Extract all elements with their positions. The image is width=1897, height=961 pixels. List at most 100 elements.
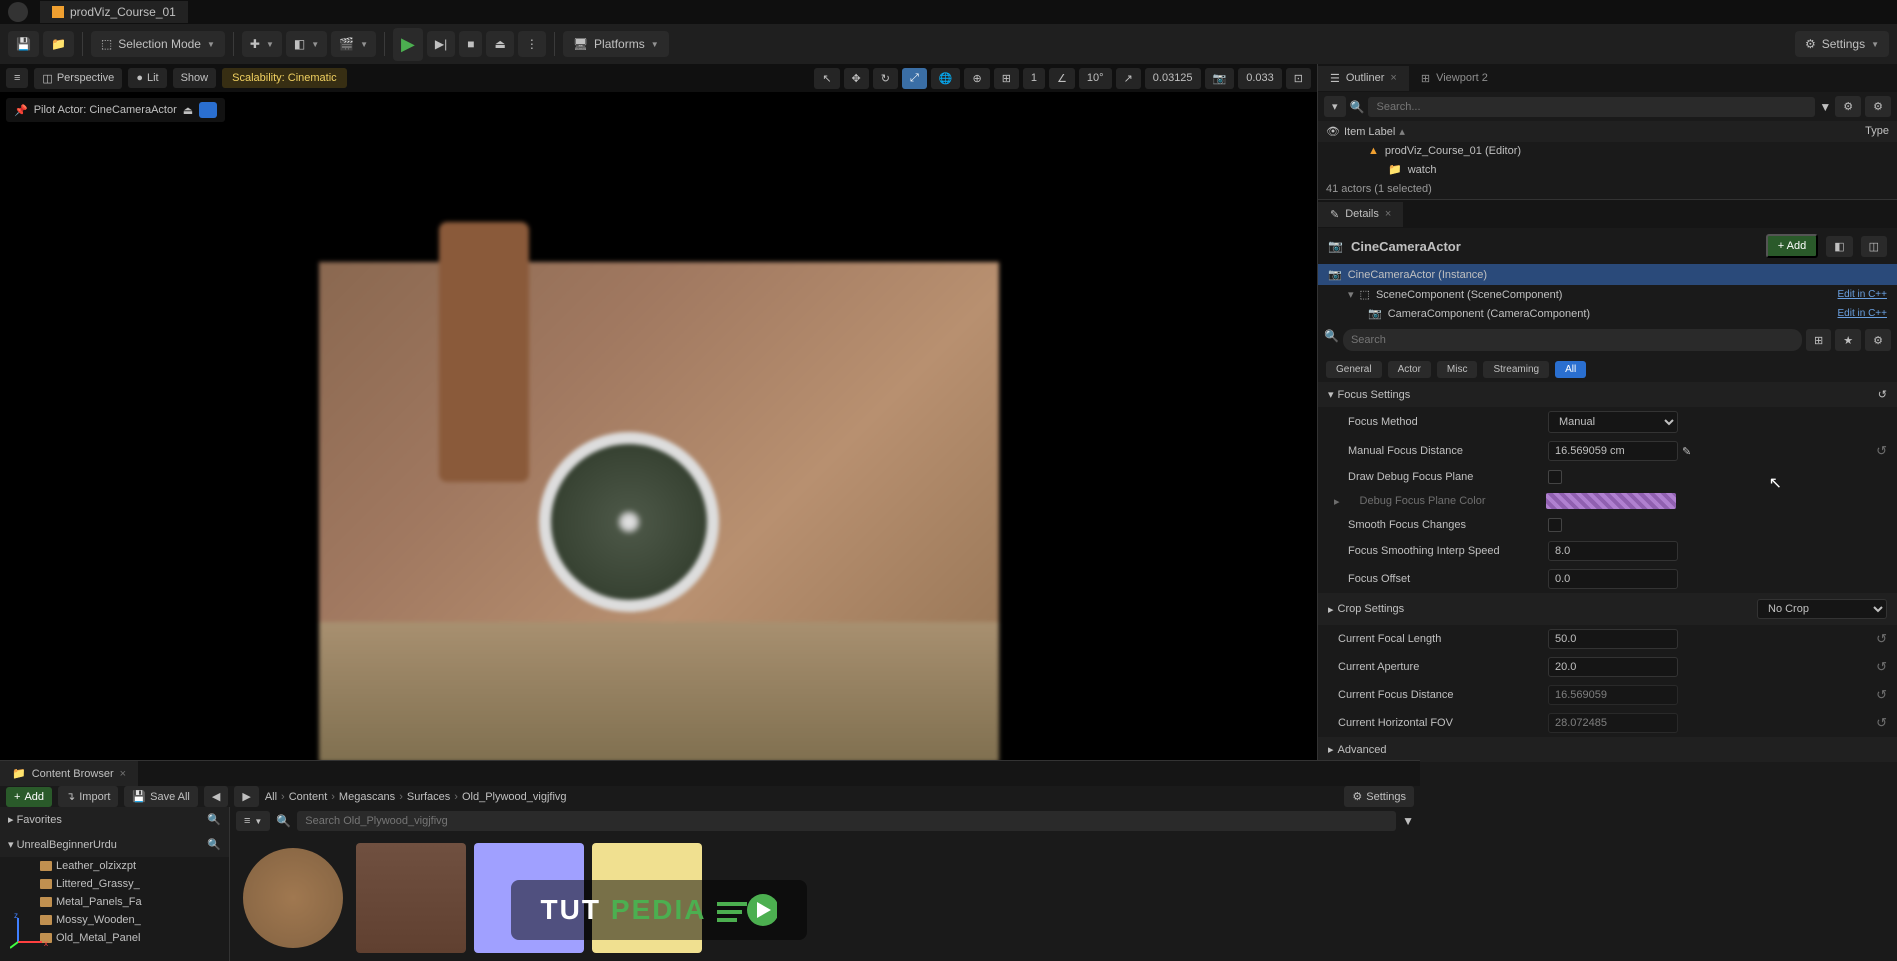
grid-snap-value[interactable]: 1: [1023, 68, 1045, 89]
reset-icon[interactable]: ↺: [1876, 631, 1887, 647]
camera-speed-value[interactable]: 0.033: [1238, 68, 1282, 89]
details-view-2[interactable]: ★: [1835, 329, 1861, 351]
rotate-tool[interactable]: ↻: [873, 68, 898, 89]
viewport-menu-button[interactable]: ≡: [6, 68, 28, 88]
breadcrumb-item[interactable]: Content: [289, 791, 328, 803]
add-button[interactable]: + Add: [6, 787, 52, 807]
platforms-button[interactable]: 🖥 Platforms ▼: [563, 31, 669, 57]
component-row[interactable]: ▾ ⬚ SceneComponent (SceneComponent) Edit…: [1318, 285, 1897, 304]
scale-snap-value[interactable]: 0.03125: [1145, 68, 1201, 89]
chevron-down-icon[interactable]: ▼: [1402, 814, 1414, 828]
details-tab[interactable]: ✎ Details ×: [1318, 202, 1403, 227]
outliner-column-header[interactable]: 👁 Item Label ▴ Type: [1318, 121, 1897, 142]
show-button[interactable]: Show: [173, 68, 217, 88]
edit-cpp-link[interactable]: Edit in C++: [1838, 308, 1887, 319]
scale-tool[interactable]: ⤢: [902, 68, 927, 89]
reset-icon[interactable]: ↺: [1876, 659, 1887, 675]
marketplace-button[interactable]: ◧▼: [286, 31, 327, 57]
close-icon[interactable]: ×: [1385, 208, 1391, 220]
asset-thumbnail[interactable]: [238, 843, 348, 953]
play-button[interactable]: ▶: [393, 28, 423, 61]
camera-speed-button[interactable]: 📷: [1205, 68, 1235, 89]
maximize-button[interactable]: ⊡: [1286, 68, 1311, 89]
mode-selector[interactable]: ⬚ Selection Mode ▼: [91, 31, 225, 57]
breadcrumb-item[interactable]: Old_Plywood_vigjfivg: [462, 791, 567, 803]
asset-search-input[interactable]: [297, 811, 1396, 831]
favorites-header[interactable]: ▸ Favorites 🔍: [0, 807, 229, 832]
save-button[interactable]: 💾: [8, 31, 39, 57]
history-forward-button[interactable]: ▶: [234, 786, 258, 807]
cb-settings-button[interactable]: ⚙ Settings: [1344, 786, 1414, 807]
add-component-button[interactable]: + Add: [1766, 234, 1818, 258]
camera-view-toggle[interactable]: [199, 102, 217, 118]
project-tab[interactable]: prodViz_Course_01: [40, 1, 188, 23]
tree-item[interactable]: Metal_Panels_Fa: [0, 893, 229, 911]
move-tool[interactable]: ✥: [844, 68, 869, 89]
instance-row[interactable]: 📷 CineCameraActor (Instance): [1318, 264, 1897, 285]
outliner-row[interactable]: 📁 watch: [1318, 160, 1897, 179]
breadcrumb-item[interactable]: Surfaces: [407, 791, 450, 803]
aperture-input[interactable]: [1548, 657, 1678, 677]
filter-streaming[interactable]: Streaming: [1483, 361, 1549, 378]
details-search-input[interactable]: [1343, 329, 1802, 351]
component-row[interactable]: 📷 CameraComponent (CameraComponent) Edit…: [1318, 304, 1897, 323]
outliner-search-input[interactable]: [1368, 97, 1815, 117]
details-option-1[interactable]: ◧: [1826, 236, 1852, 257]
scale-snap-button[interactable]: ↗: [1116, 68, 1141, 89]
eject-pilot-button[interactable]: ⏏: [183, 104, 193, 117]
details-view-1[interactable]: ⊞: [1806, 329, 1831, 351]
world-local-toggle[interactable]: 🌐: [931, 68, 961, 89]
chevron-down-icon[interactable]: ▼: [1819, 100, 1831, 114]
outliner-row[interactable]: ▲ prodViz_Course_01 (Editor): [1318, 142, 1897, 160]
details-view-3[interactable]: ⚙: [1865, 329, 1891, 351]
asset-thumbnail[interactable]: [356, 843, 466, 953]
save-all-button[interactable]: 💾 Save All: [124, 786, 197, 807]
focus-offset-input[interactable]: [1548, 569, 1678, 589]
draw-debug-checkbox[interactable]: [1548, 470, 1562, 484]
category-crop-settings[interactable]: ▸Crop Settings No Crop: [1318, 593, 1897, 625]
breadcrumb-item[interactable]: All: [265, 791, 277, 803]
stop-button[interactable]: ■: [459, 31, 482, 57]
breadcrumb-item[interactable]: Megascans: [339, 791, 395, 803]
perspective-button[interactable]: ◫ Perspective: [34, 68, 122, 89]
color-swatch[interactable]: [1546, 493, 1676, 509]
viewport2-tab[interactable]: ⊞ Viewport 2: [1409, 66, 1500, 91]
viewport[interactable]: ≡ ◫ Perspective ● Lit Show Scalability: …: [0, 64, 1317, 960]
add-content-button[interactable]: ✚▼: [242, 31, 282, 57]
close-icon[interactable]: ×: [120, 768, 126, 780]
reset-icon[interactable]: ↺: [1876, 715, 1887, 731]
browse-button[interactable]: 📁: [43, 31, 74, 57]
angle-snap-value[interactable]: 10°: [1079, 68, 1112, 89]
cinematics-button[interactable]: 🎬▼: [331, 31, 376, 57]
tree-item[interactable]: Littered_Grassy_: [0, 875, 229, 893]
import-button[interactable]: ↴ Import: [58, 786, 118, 807]
outliner-tab[interactable]: ☰ Outliner ×: [1318, 66, 1409, 91]
reset-icon[interactable]: ↺: [1876, 443, 1887, 459]
filter-all[interactable]: All: [1555, 361, 1586, 378]
smooth-changes-checkbox[interactable]: [1548, 518, 1562, 532]
play-options-button[interactable]: ⋮: [518, 31, 546, 57]
filter-button[interactable]: ≡▼: [236, 811, 270, 831]
smooth-speed-input[interactable]: [1548, 541, 1678, 561]
content-browser-tab[interactable]: 📁 Content Browser ×: [0, 761, 138, 786]
category-advanced[interactable]: ▸Advanced: [1318, 737, 1897, 762]
focus-method-select[interactable]: Manual: [1548, 411, 1678, 433]
category-focus-settings[interactable]: ▾Focus Settings ↺: [1318, 382, 1897, 407]
angle-snap-button[interactable]: ∠: [1049, 68, 1075, 89]
scalability-warning[interactable]: Scalability: Cinematic: [222, 68, 347, 88]
focal-length-input[interactable]: [1548, 629, 1678, 649]
step-button[interactable]: ▶|: [427, 31, 455, 57]
surface-snap-button[interactable]: ⊕: [964, 68, 989, 89]
project-header[interactable]: ▾ UnrealBeginnerUrdu 🔍: [0, 832, 229, 857]
close-icon[interactable]: ×: [1390, 72, 1396, 84]
crop-select[interactable]: No Crop: [1757, 599, 1887, 619]
outliner-settings-1[interactable]: ⚙: [1835, 96, 1861, 117]
reset-icon[interactable]: ↺: [1876, 687, 1887, 703]
filter-misc[interactable]: Misc: [1437, 361, 1478, 378]
edit-cpp-link[interactable]: Edit in C++: [1838, 289, 1887, 300]
history-back-button[interactable]: ◀: [204, 786, 228, 807]
search-icon[interactable]: 🔍: [207, 813, 221, 826]
search-icon[interactable]: 🔍: [207, 838, 221, 851]
lit-button[interactable]: ● Lit: [128, 68, 166, 88]
eject-button[interactable]: ⏏: [486, 31, 513, 57]
